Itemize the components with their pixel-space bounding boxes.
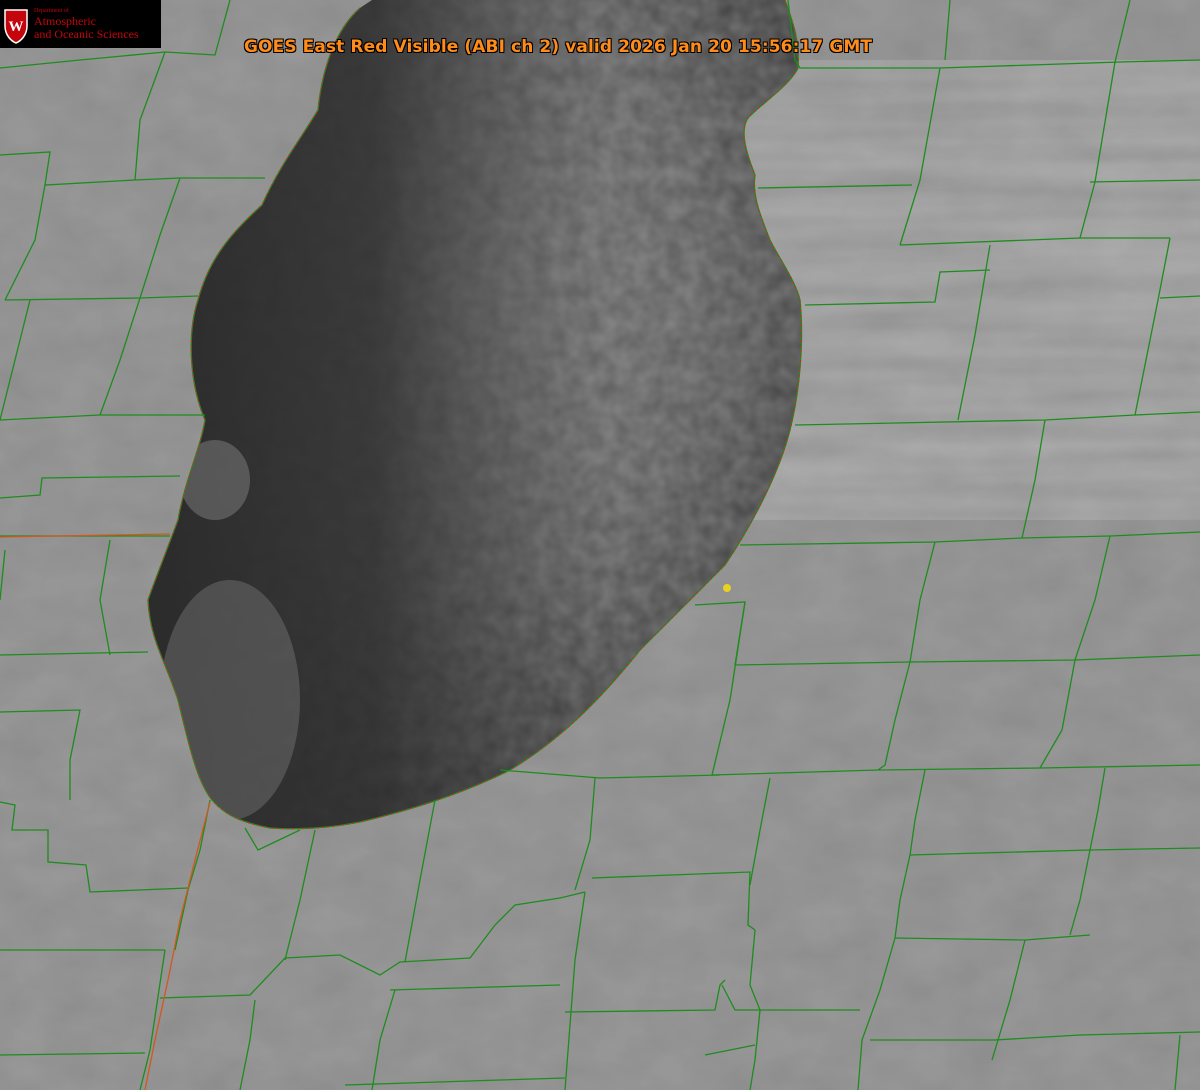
- uw-crest-icon: W: [4, 9, 28, 44]
- uw-aos-logo: W Department of Atmospheric and Oceanic …: [0, 0, 161, 48]
- cloud-streets-texture: [740, 60, 1200, 520]
- image-title: GOES East Red Visible (ABI ch 2) valid 2…: [244, 37, 873, 57]
- satellite-map: [0, 0, 1200, 1090]
- logo-letter: W: [9, 19, 24, 35]
- location-dot-icon: [723, 584, 731, 592]
- logo-name-line2: and Oceanic Sciences: [34, 27, 139, 41]
